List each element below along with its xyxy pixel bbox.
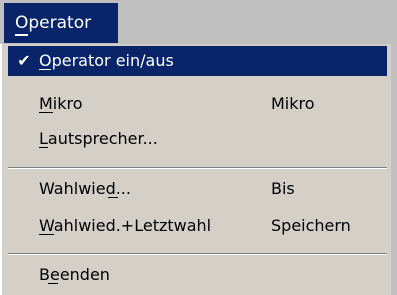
menu-item-label: Lautsprecher... (39, 129, 158, 148)
menu-operator[interactable]: Operator (4, 3, 118, 43)
menu-item-shortcut: Mikro (271, 94, 315, 113)
menu-item-label: Wahlwied... (39, 179, 131, 198)
menu-item-label: Operator ein/aus (39, 51, 174, 70)
checkmark-icon: ✔ (17, 51, 31, 70)
menu-item-mikro[interactable]: Mikro Mikro (8, 89, 392, 119)
menu-item-label: Mikro (39, 94, 83, 113)
menu-item-wahlwied[interactable]: Wahlwied... Bis (8, 174, 392, 204)
operator-dropdown: ✔ Operator ein/aus Mikro Mikro Lautsprec… (0, 44, 397, 295)
menu-item-label: Beenden (39, 265, 110, 284)
menu-item-shortcut: Bis (271, 179, 295, 198)
menu-item-wahlwied-letztwahl[interactable]: Wahlwied.+Letztwahl Speichern (8, 211, 392, 241)
menu-item-label: Wahlwied.+Letztwahl (39, 216, 212, 235)
screen: Operator ✔ Operator ein/aus Mikro Mikro … (0, 0, 397, 295)
menu-bar: Operator (0, 0, 397, 50)
menu-separator (8, 167, 387, 169)
menu-item-shortcut: Speichern (271, 216, 351, 235)
menu-item-lautsprecher[interactable]: Lautsprecher... (8, 124, 392, 154)
menu-item-beenden[interactable]: Beenden (8, 260, 392, 290)
menu-separator (8, 253, 387, 255)
menu-item-operator-toggle[interactable]: ✔ Operator ein/aus (8, 46, 387, 76)
